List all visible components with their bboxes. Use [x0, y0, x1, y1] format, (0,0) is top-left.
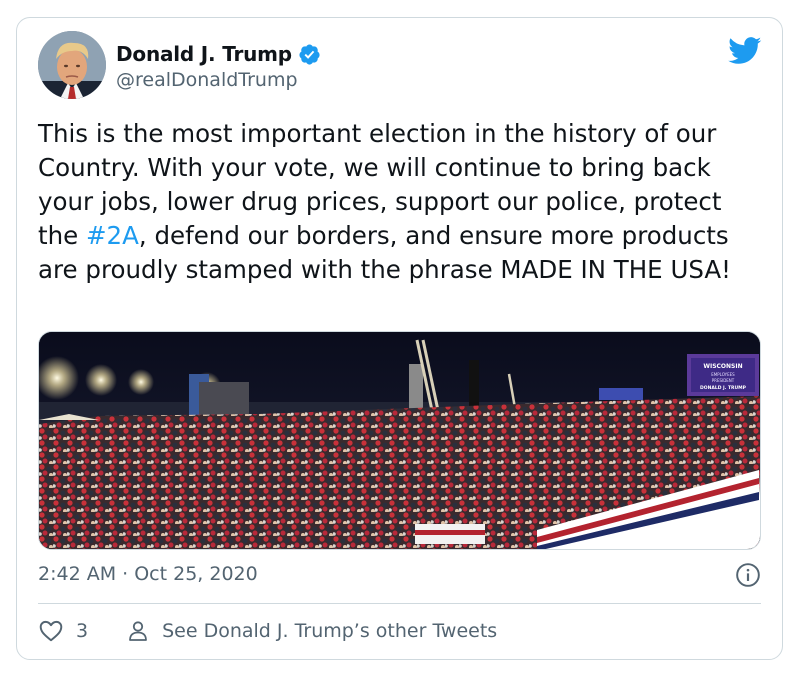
tweet-actions: 3 See Donald J. Trump’s other Tweets	[38, 618, 497, 644]
hashtag-link[interactable]: #2A	[86, 221, 139, 250]
screen-text-line: EMPLOYEES	[711, 372, 735, 377]
author-handle[interactable]: @realDonaldTrump	[116, 69, 298, 91]
tweet-text: This is the most important election in t…	[38, 117, 763, 287]
tweet-text-part: , defend our borders, and ensure more pr…	[38, 221, 731, 284]
like-count: 3	[76, 620, 89, 642]
divider	[38, 603, 761, 604]
like-button[interactable]: 3	[38, 618, 88, 644]
author-display-name[interactable]: Donald J. Trump	[116, 42, 292, 66]
info-icon[interactable]	[735, 562, 761, 588]
tweet-timestamp[interactable]: 2:42 AM · Oct 25, 2020	[38, 563, 258, 585]
tweet-card: Donald J. Trump @realDonaldTrump This is…	[16, 17, 783, 660]
screen-text-line: DONALD J. TRUMP	[700, 385, 747, 391]
tweet-photo[interactable]: WISCONSIN EMPLOYEES PRESIDENT DONALD J. …	[38, 331, 761, 550]
avatar[interactable]	[38, 31, 106, 99]
screen-text-line: PRESIDENT	[712, 378, 735, 383]
heart-icon	[39, 620, 63, 642]
other-tweets-link[interactable]: See Donald J. Trump’s other Tweets	[126, 619, 497, 643]
verified-badge-icon	[299, 43, 320, 65]
twitter-bird-icon[interactable]	[728, 37, 762, 65]
screen-text-line: WISCONSIN	[703, 363, 742, 370]
person-icon	[129, 621, 147, 641]
other-tweets-label: See Donald J. Trump’s other Tweets	[162, 620, 498, 642]
